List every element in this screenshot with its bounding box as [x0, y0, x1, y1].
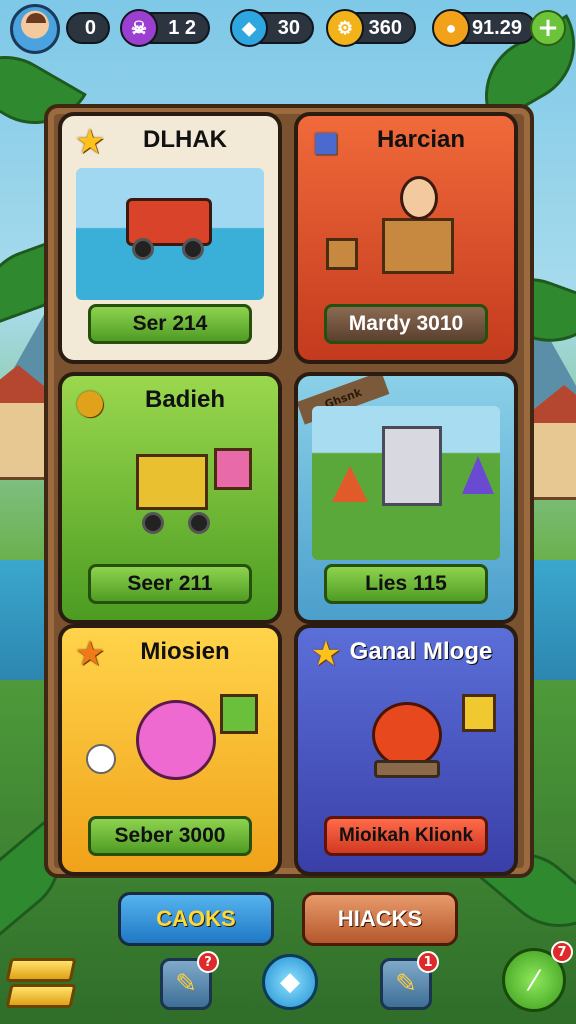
duck-robot-icon [372, 702, 442, 768]
notification-badge: 1 [417, 951, 439, 973]
duck-robot-illustration [312, 680, 500, 812]
card-title: Badieh [144, 386, 225, 413]
wheel [188, 512, 210, 534]
machine-illustration [76, 428, 264, 560]
center-gem-button[interactable]: ◆ [262, 954, 318, 1010]
level-value: 0 [84, 16, 96, 39]
card-title: Harcian [376, 126, 466, 153]
level-counter: 0 [66, 12, 110, 44]
gear-counter[interactable]: ⚙ 360 [326, 9, 416, 47]
character-head [400, 176, 438, 220]
gold-bar [5, 984, 77, 1008]
pig-icon [136, 700, 216, 780]
coin-icon: ● [432, 9, 470, 47]
green-action-button[interactable]: ⁄ 7 [502, 941, 573, 1012]
gold-bar [5, 958, 77, 982]
tent-icon [332, 466, 368, 502]
gear-icon: ⚙ [326, 9, 364, 47]
mission-card-1[interactable]: ★ DLHAK Ser 214 [58, 112, 282, 364]
pig-illustration [76, 680, 264, 812]
card-title: DLHAK [143, 126, 227, 153]
gear-value: 360 [368, 16, 402, 39]
sheep-icon [86, 744, 116, 774]
tower-icon [462, 456, 494, 494]
small-box [326, 238, 358, 270]
mission-card-4[interactable]: Ghsnk Lies 115 [294, 372, 518, 624]
village-house [0, 365, 65, 480]
wheel [182, 238, 204, 260]
left-tool-button[interactable]: ✎ ? [160, 951, 219, 1010]
notification-badge: ? [197, 951, 219, 973]
wheel [132, 238, 154, 260]
mission-card-5[interactable]: ★ Miosien Seber 3000 [58, 624, 282, 876]
card-title: Ganal Mloge [349, 638, 493, 665]
jeep-illustration [76, 168, 264, 300]
mission-card-2[interactable]: ■ Harcian Mardy 3010 [294, 112, 518, 364]
gold-bars-icon[interactable] [5, 950, 77, 1012]
card-button[interactable]: Seber 3000 [88, 816, 252, 856]
potion-value: 1 2 [168, 16, 196, 39]
machine-body [136, 454, 208, 510]
potion-counter[interactable]: ☠ 1 2 [120, 9, 210, 47]
castle-illustration [312, 406, 500, 560]
gem-value: 30 [277, 16, 300, 39]
card-button[interactable]: Mioikah Klionk [324, 816, 488, 856]
coin-value: 91.29 [471, 16, 522, 39]
wheel [142, 512, 164, 534]
mission-card-3[interactable]: ● Badieh Seer 211 [58, 372, 282, 624]
plus-icon[interactable]: + [530, 10, 566, 46]
crate-icon [382, 218, 454, 274]
player-avatar-icon[interactable] [10, 4, 60, 54]
pencil-icon: ✎ [175, 969, 197, 999]
notification-badge: 7 [551, 941, 573, 963]
green-box [220, 694, 258, 734]
crate-character-illustration [312, 168, 500, 300]
card-button[interactable]: Ser 214 [88, 304, 252, 344]
caoks-tab-button[interactable]: CAOKS [118, 892, 274, 946]
hiacks-tab-button[interactable]: HIACKS [302, 892, 458, 946]
coin-counter[interactable]: ● 91.29 [432, 9, 536, 47]
gem-icon: ◆ [230, 9, 268, 47]
card-button[interactable]: Mardy 3010 [324, 304, 488, 344]
gem-counter[interactable]: ◆ 30 [230, 9, 314, 47]
pencil-icon: ✎ [395, 969, 417, 999]
pink-box [214, 448, 252, 490]
resource-bar: 0 ☠ 1 2 ◆ 30 ⚙ 360 ● 91.29 + [0, 0, 576, 56]
castle-icon [382, 426, 442, 506]
card-title: Miosien [140, 638, 230, 665]
right-tool-button[interactable]: ✎ 1 [380, 951, 439, 1010]
yellow-box [462, 694, 496, 732]
card-button[interactable]: Seer 211 [88, 564, 252, 604]
potion-icon: ☠ [120, 9, 158, 47]
card-button[interactable]: Lies 115 [324, 564, 488, 604]
wand-icon: ⁄ [531, 963, 537, 997]
robot-base [374, 760, 440, 778]
mission-card-6[interactable]: ★ Ganal Mloge Mioikah Klionk [294, 624, 518, 876]
diamond-icon: ◆ [280, 967, 300, 997]
